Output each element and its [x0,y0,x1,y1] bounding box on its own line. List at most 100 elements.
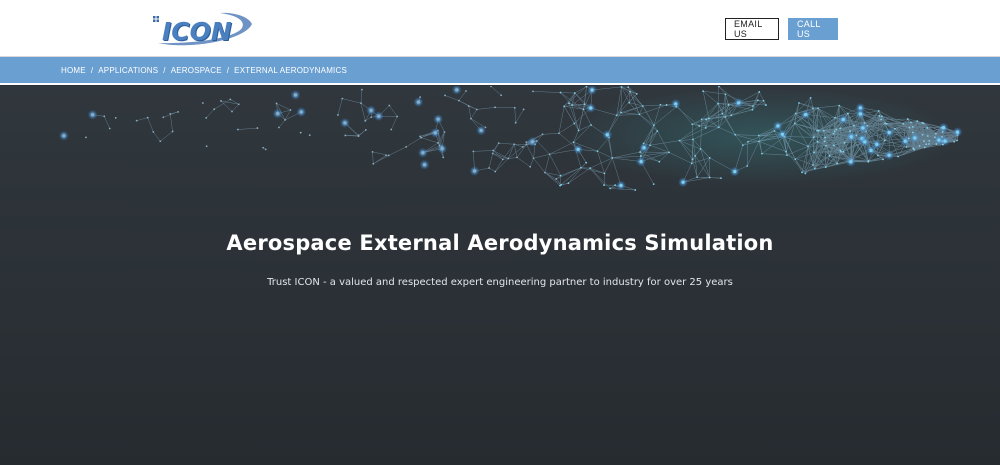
mesh-node [530,140,535,144]
mesh-edge [490,86,502,96]
email-us-button[interactable]: EMAIL US [725,18,779,40]
mesh-node [652,124,655,127]
mesh-node [341,97,344,100]
mesh-node [343,121,347,125]
mesh-node [843,141,846,144]
breadcrumb-aerospace[interactable]: AEROSPACE [171,66,222,75]
mesh-edge [560,92,575,94]
mesh-node [956,132,959,135]
mesh-node [589,106,593,110]
mesh-node [761,152,763,155]
call-us-button[interactable]: CALL US [788,18,838,40]
mesh-node [229,98,232,101]
mesh-node [801,171,803,174]
mesh-node [416,100,421,104]
mesh-node [433,131,437,135]
mesh-node [455,88,459,92]
mesh-edge [406,137,422,148]
mesh-node [91,113,95,117]
mesh-node [823,140,826,143]
mesh-node [861,126,865,130]
mesh-node [548,153,551,156]
mesh-node [276,111,280,116]
mesh-edge [571,104,584,110]
breadcrumb-applications[interactable]: APPLICATIONS [98,66,158,75]
mesh-node [925,143,928,146]
mesh-node [853,124,855,127]
mesh-node [500,94,503,97]
mesh-node [582,108,585,111]
mesh-node [585,161,588,164]
mesh-node [921,133,924,136]
mesh-node [905,146,908,148]
mesh-node [887,130,891,135]
mesh-node [364,119,367,122]
icon-logo[interactable]: ICON [150,10,260,48]
mesh-node [513,106,516,109]
mesh-node [741,144,744,147]
mesh-node [638,113,641,116]
mesh-node [926,135,929,137]
mesh-node [521,146,524,148]
mesh-node [213,108,216,111]
mesh-node [472,150,475,153]
mesh-node [299,110,303,114]
mesh-node [833,130,836,133]
mesh-node [758,140,760,143]
mesh-node [702,90,705,93]
mesh-node [405,145,408,148]
mesh-node [812,164,814,166]
mesh-node [619,183,623,188]
mesh-node [387,154,390,157]
mesh-edge [231,104,239,112]
mesh-node [730,114,733,117]
mesh-node [596,150,599,153]
mesh-node [388,104,391,107]
mesh-node [589,167,592,169]
mesh-node [733,169,737,174]
mesh-node [675,105,678,108]
mesh-node [841,117,845,122]
mesh-node [603,184,606,186]
mesh-node [717,126,720,129]
mesh-node [563,105,566,108]
mesh-node [635,92,638,95]
aerodynamic-mesh-graphic [58,86,963,191]
mesh-node [262,146,265,149]
mesh-node [146,116,149,119]
mesh-node [834,116,836,119]
mesh-node [516,156,518,159]
mesh-node [817,107,819,110]
breadcrumb-home[interactable]: HOME [61,66,86,75]
mesh-node [793,122,796,125]
mesh-node [583,103,586,106]
mesh-node [479,128,483,133]
mesh-node [572,141,575,144]
mesh-node [390,128,393,131]
mesh-node [442,156,445,159]
mesh-edge [389,105,398,117]
mesh-node [849,130,851,132]
mesh-node [152,130,155,133]
mesh-node [108,127,111,130]
mesh-node [842,150,845,153]
mesh-node [692,138,694,141]
mesh-node [694,154,697,157]
mesh-edge [488,153,493,169]
mesh-node [590,124,592,126]
mesh-node [882,158,884,161]
mesh-node [614,184,617,187]
mesh-node [465,90,467,92]
mesh-edge [495,158,509,172]
mesh-node [652,183,655,186]
mesh-node [603,172,606,175]
mesh-node [698,125,701,127]
mesh-node [691,123,694,126]
mesh-node [443,131,446,133]
mesh-edge [458,100,477,110]
mesh-node [567,182,570,185]
mesh-node [611,157,614,159]
mesh-node [866,124,869,127]
mesh-node [370,116,373,119]
mesh-node [724,116,727,118]
